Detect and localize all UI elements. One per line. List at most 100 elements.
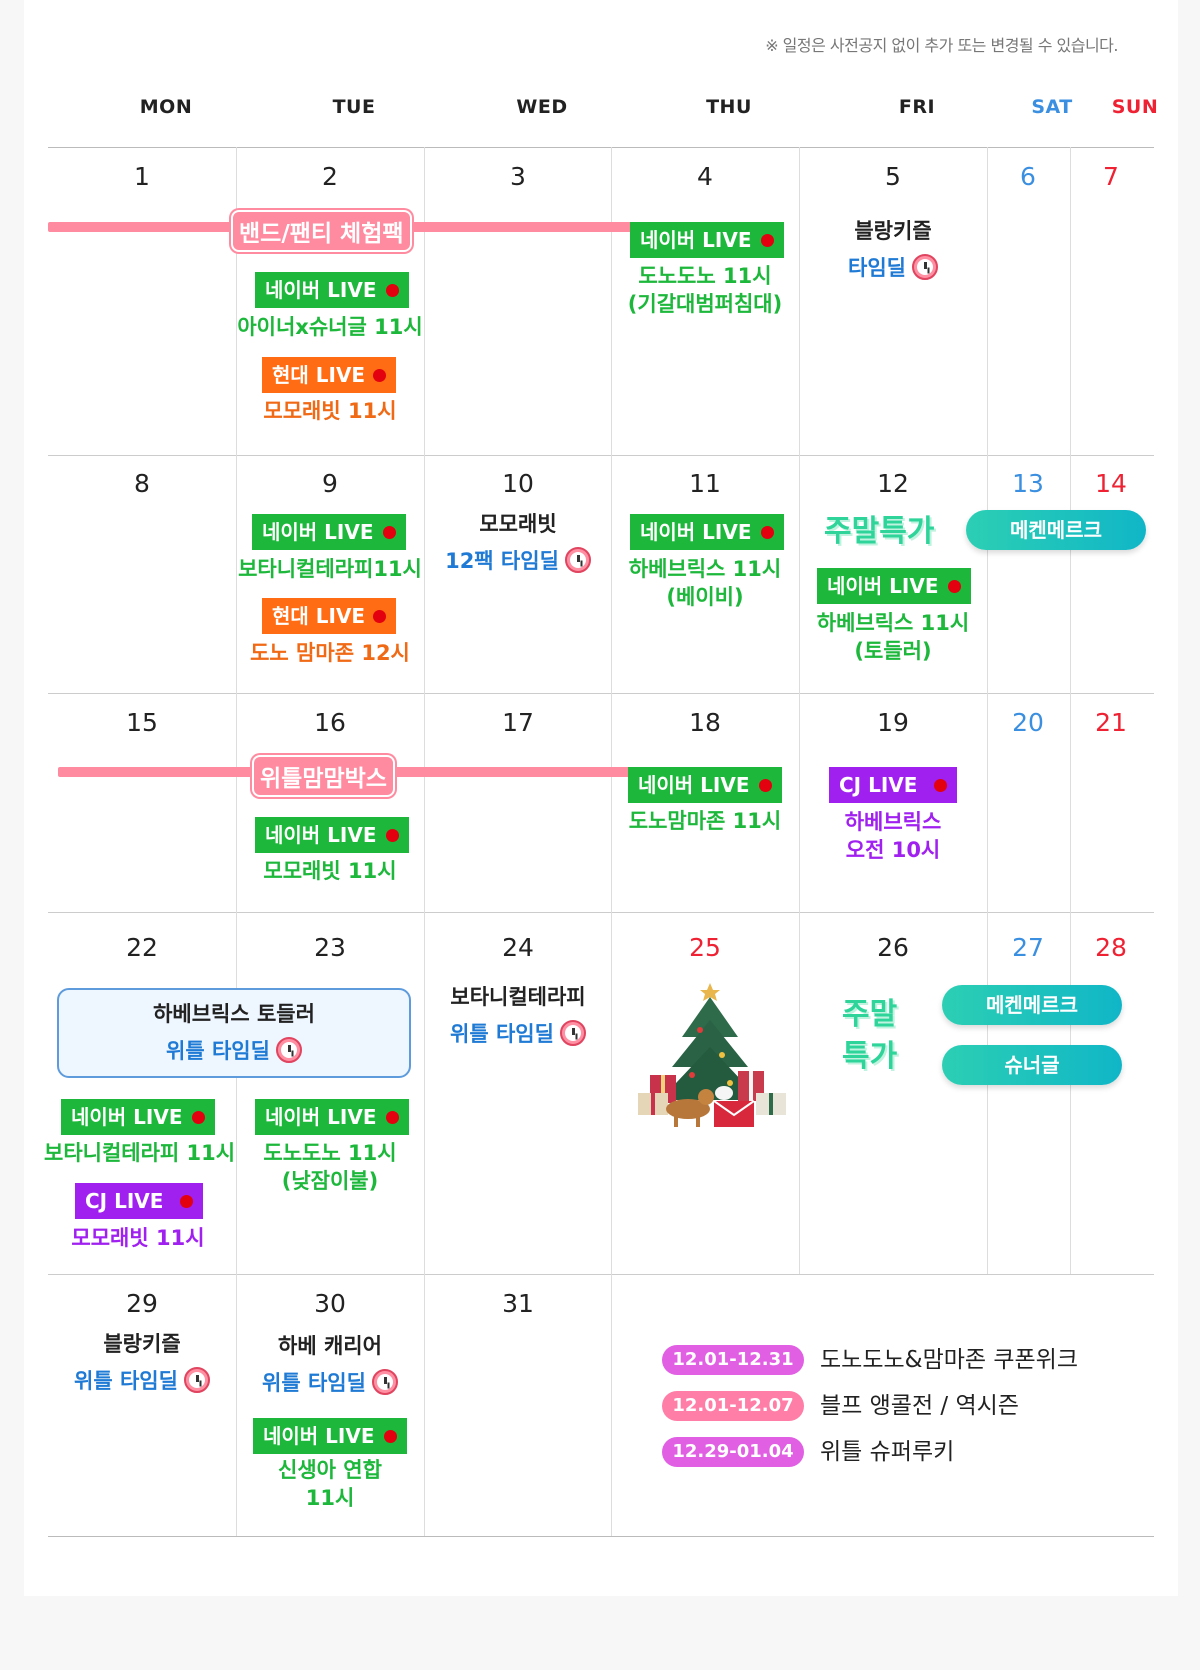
day-number: 30 [314,1289,346,1318]
christmas-tree-icon [638,983,786,1127]
event-label: 신생아 연합 [278,1458,382,1482]
brand-pill[interactable]: 메켄메르크 [966,510,1146,550]
alarm-clock-icon [911,254,938,280]
day-number: 11 [689,469,721,498]
day-number: 7 [1103,162,1119,191]
event-title: 블랑키즐 [103,1332,181,1356]
naver-live-tag: 네이버 LIVE [630,222,784,258]
alarm-clock-icon [371,1369,398,1395]
event-title: 보타니컬테라피 [450,985,586,1009]
event-title: 하베브릭스 토들러 [153,1002,315,1026]
event-label: 하베브릭스 11시 [628,557,782,581]
event-label: (낮잠이불) [281,1169,379,1193]
day-number: 2 [322,162,338,191]
day-number: 5 [885,162,901,191]
event-label: 모모래빗 11시 [263,399,397,423]
grid-line [236,147,237,1536]
weekday-thu: THU [706,96,752,118]
event-bar-label: 밴드/팬티 체험팩 [231,210,412,252]
grid-line [799,147,800,1274]
day-number: 20 [1012,708,1044,737]
day-number: 24 [502,933,534,962]
event-label: (기갈대범퍼침대) [627,292,783,316]
calendar-page: ※ 일정은 사전공지 없이 추가 또는 변경될 수 있습니다. MON TUE … [24,0,1178,1596]
day-number: 31 [502,1289,534,1318]
grid-line [48,455,1154,456]
event-label: 보타니컬테라피11시 [238,557,422,581]
alarm-clock-icon [183,1367,210,1393]
event-label: 도노 맘마존 12시 [250,641,410,665]
day-number: 26 [877,933,909,962]
day-number: 12 [877,469,909,498]
live-dot-icon [386,829,399,842]
alarm-clock-icon [564,547,591,573]
alarm-clock-icon [559,1020,586,1046]
grid-line [987,147,988,1274]
weekend-special-label: 주말 [842,997,898,1032]
day-number: 25 [689,933,721,962]
event-title: 하베 캐리어 [278,1334,382,1358]
event-title: 모모래빗 [479,512,557,536]
alarm-clock-icon [275,1037,302,1063]
day-number: 28 [1095,933,1127,962]
hyundai-live-tag: 현대 LIVE [262,357,396,393]
event-label: 하베브릭스 11시 [816,611,970,635]
day-number: 22 [126,933,158,962]
day-number: 27 [1012,933,1044,962]
day-number: 6 [1020,162,1036,191]
naver-live-tag: 네이버 LIVE [253,1418,407,1454]
timedeal-label: 위틀 타임딜 [57,1037,411,1066]
day-number: 19 [877,708,909,737]
naver-live-tag: 네이버 LIVE [61,1099,215,1135]
event-label: 모모래빗 11시 [71,1226,205,1250]
day-number: 3 [510,162,526,191]
grid-line [611,147,612,1536]
brand-pill[interactable]: 메켄메르크 [942,985,1122,1025]
live-dot-icon [386,1111,399,1124]
grid-line [48,693,1154,694]
date-range-badge: 12.01-12.07 [662,1391,804,1421]
day-number: 23 [314,933,346,962]
cj-live-tag: CJ LIVE [75,1183,203,1219]
naver-live-tag: 네이버 LIVE [817,568,971,604]
grid-line [424,147,425,1536]
day-number: 8 [134,469,150,498]
day-number: 9 [322,469,338,498]
live-dot-icon [373,369,386,382]
hyundai-live-tag: 현대 LIVE [262,598,396,634]
event-label: 아이너x슈너글 11시 [237,315,423,339]
event-label: 도노도노 11시 [638,264,772,288]
day-number: 10 [502,469,534,498]
day-number: 21 [1095,708,1127,737]
live-dot-icon [383,526,396,539]
timedeal-label: 타임딜 [799,254,987,283]
naver-live-tag: 네이버 LIVE [630,514,784,550]
live-dot-icon [948,580,961,593]
day-number: 18 [689,708,721,737]
day-number: 15 [126,708,158,737]
weekday-wed: WED [516,96,568,118]
day-number: 16 [314,708,346,737]
grid-line [48,1274,1154,1275]
grid-line [48,1536,1154,1537]
date-range-badge: 12.01-12.31 [662,1345,804,1375]
live-dot-icon [373,610,386,623]
event-label: 하베브릭스 [844,810,942,834]
grid-line [1070,147,1071,1274]
date-range-text: 블프 앵콜전 / 역시즌 [820,1393,1019,1419]
timedeal-label: 위틀 타임딜 [48,1367,236,1396]
brand-pill[interactable]: 슈너글 [942,1045,1122,1085]
date-range-text: 도노도노&맘마존 쿠폰위크 [820,1347,1079,1373]
cj-live-tag: CJ LIVE [829,767,957,803]
day-number: 29 [126,1289,158,1318]
live-dot-icon [180,1195,193,1208]
live-dot-icon [386,284,399,297]
grid-line [48,147,1154,148]
event-label: 오전 10시 [845,838,941,862]
timedeal-label: 12팩 타임딜 [424,547,612,576]
event-label: 보타니컬테라피 11시 [44,1141,236,1165]
timedeal-label: 위틀 타임딜 [236,1369,424,1398]
day-number: 13 [1012,469,1044,498]
day-number: 14 [1095,469,1127,498]
weekday-mon: MON [139,96,193,118]
